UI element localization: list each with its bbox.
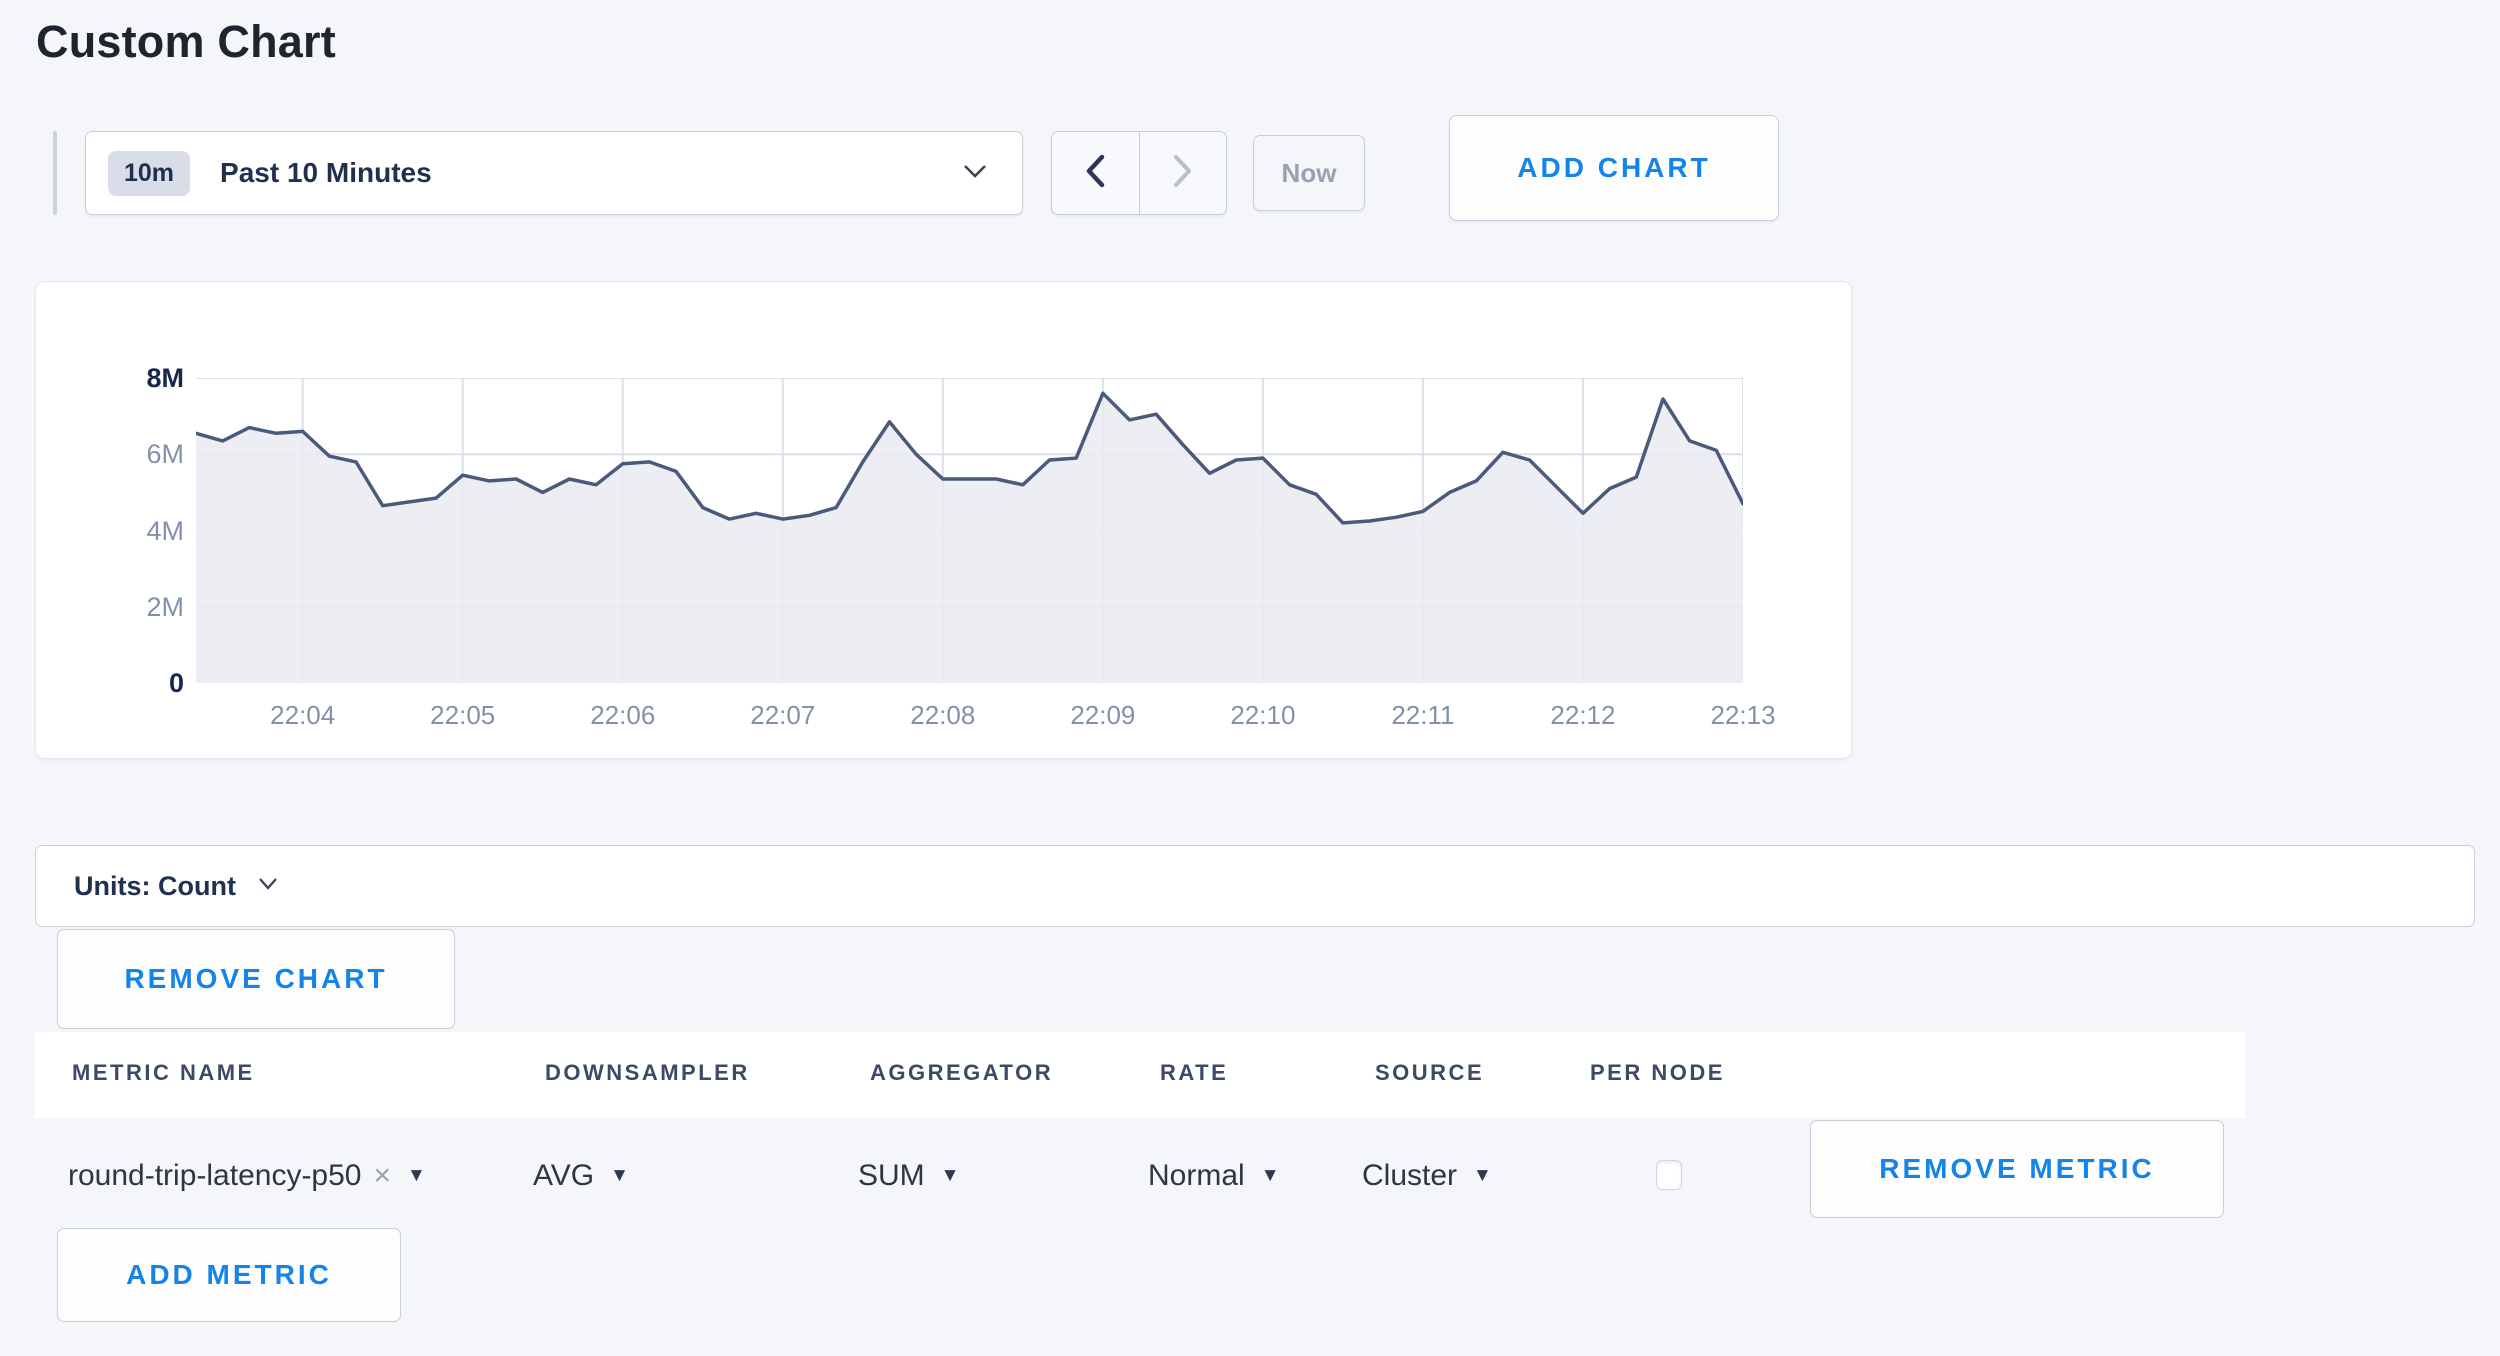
x-axis-tick-label: 22:13 <box>1710 700 1775 731</box>
caret-down-icon: ▼ <box>407 1165 426 1187</box>
x-axis-tick-label: 22:05 <box>430 700 495 731</box>
x-axis-tick-label: 22:10 <box>1230 700 1295 731</box>
column-header-downsampler: DOWNSAMPLER <box>545 1060 750 1086</box>
rate-value: Normal <box>1148 1159 1245 1193</box>
downsampler-value: AVG <box>533 1159 594 1193</box>
x-axis-tick-label: 22:04 <box>270 700 335 731</box>
caret-down-icon: ▼ <box>610 1165 629 1187</box>
add-metric-button[interactable]: ADD METRIC <box>57 1228 401 1322</box>
rate-select[interactable]: Normal ▼ <box>1148 1150 1280 1202</box>
metric-name-select[interactable]: round-trip-latency-p50 × ▼ <box>68 1150 426 1202</box>
x-axis-tick-label: 22:06 <box>590 700 655 731</box>
column-header-aggregator: AGGREGATOR <box>870 1060 1053 1086</box>
time-range-select[interactable]: 10m Past 10 Minutes <box>85 131 1023 215</box>
caret-down-icon: ▼ <box>1261 1165 1280 1187</box>
per-node-checkbox[interactable] <box>1656 1160 1682 1190</box>
prev-time-button[interactable] <box>1052 132 1140 214</box>
downsampler-select[interactable]: AVG ▼ <box>533 1150 629 1202</box>
units-select-label: Units: Count <box>74 871 236 902</box>
add-chart-button[interactable]: ADD CHART <box>1449 115 1779 221</box>
column-header-rate: RATE <box>1160 1060 1228 1086</box>
left-accent-divider <box>53 131 57 215</box>
column-header-metric-name: METRIC NAME <box>72 1060 255 1086</box>
source-select[interactable]: Cluster ▼ <box>1362 1150 1492 1202</box>
aggregator-value: SUM <box>858 1159 925 1193</box>
time-range-badge: 10m <box>108 151 190 196</box>
x-axis-tick-label: 22:09 <box>1070 700 1135 731</box>
metric-name-value: round-trip-latency-p50 <box>68 1159 361 1193</box>
y-axis-tick-label: 2M <box>146 594 184 620</box>
metric-table-header-row: METRIC NAME DOWNSAMPLER AGGREGATOR RATE … <box>35 1032 2245 1118</box>
x-axis-tick-label: 22:12 <box>1550 700 1615 731</box>
units-select[interactable]: Units: Count <box>35 845 2475 927</box>
remove-metric-button[interactable]: REMOVE METRIC <box>1810 1120 2224 1218</box>
now-button[interactable]: Now <box>1253 135 1365 211</box>
chevron-down-icon <box>258 877 278 895</box>
y-axis-tick-label: 6M <box>146 441 184 467</box>
chart-plot <box>196 378 1743 683</box>
time-range-label: Past 10 Minutes <box>220 157 432 189</box>
caret-down-icon: ▼ <box>1473 1165 1492 1187</box>
custom-chart-page: Custom Chart 10m Past 10 Minutes Now ADD… <box>0 0 2500 1356</box>
y-axis-tick-label: 4M <box>146 518 184 544</box>
chart-x-axis: 22:04 22:05 22:06 22:07 22:08 22:09 22:10 22:11… <box>196 700 1743 740</box>
caret-down-icon: ▼ <box>941 1165 960 1187</box>
chevron-right-icon <box>1172 154 1194 193</box>
page-title: Custom Chart <box>36 16 336 68</box>
x-axis-tick-label: 22:07 <box>750 700 815 731</box>
next-time-button[interactable] <box>1140 132 1227 214</box>
chart-plot-svg <box>196 378 1743 683</box>
y-axis-tick-label: 8M <box>146 365 184 391</box>
x-axis-tick-label: 22:11 <box>1391 700 1454 731</box>
chart-y-axis: 8M6M4M2M0 <box>108 378 184 683</box>
x-axis-tick-label: 22:08 <box>910 700 975 731</box>
chevron-down-icon <box>962 163 988 184</box>
y-axis-tick-label: 0 <box>169 670 184 696</box>
remove-chart-button[interactable]: REMOVE CHART <box>57 929 455 1029</box>
column-header-source: SOURCE <box>1375 1060 1484 1086</box>
aggregator-select[interactable]: SUM ▼ <box>858 1150 959 1202</box>
column-header-per-node: PER NODE <box>1590 1060 1725 1086</box>
time-step-button-group <box>1051 131 1227 215</box>
chevron-left-icon <box>1084 154 1106 193</box>
clear-metric-icon[interactable]: × <box>373 1159 391 1193</box>
source-value: Cluster <box>1362 1159 1457 1193</box>
